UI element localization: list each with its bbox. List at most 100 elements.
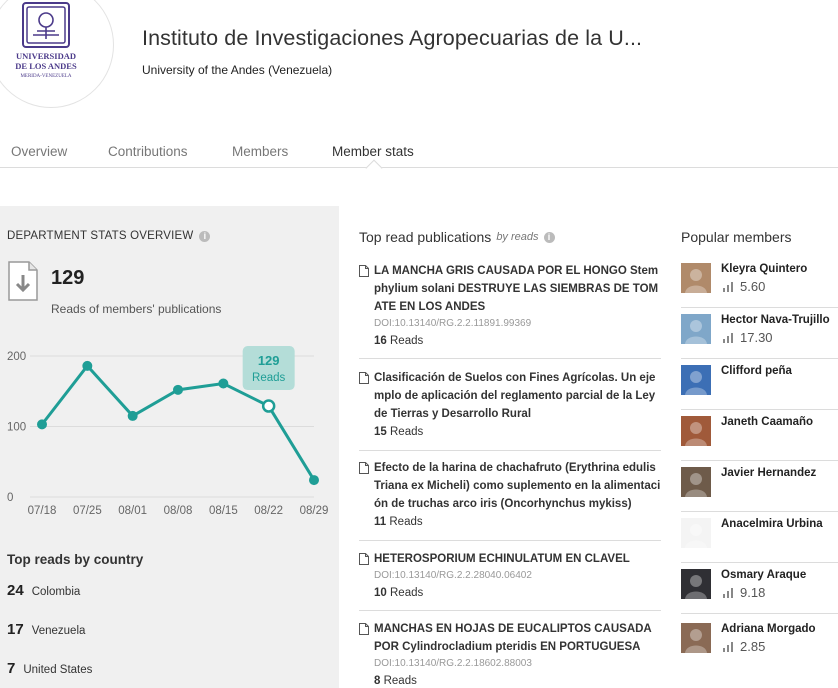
country-row: 7 United States bbox=[7, 660, 92, 677]
member-score-value: 2.85 bbox=[740, 639, 766, 654]
stats-section-title-text: DEPARTMENT STATS OVERVIEW bbox=[7, 230, 194, 242]
data-point[interactable] bbox=[127, 410, 138, 421]
department-stats-panel: DEPARTMENT STATS OVERVIEW i 129 Reads of… bbox=[0, 206, 339, 688]
chart-tooltip: 129 Reads bbox=[242, 346, 295, 391]
info-icon[interactable]: i bbox=[543, 231, 555, 243]
member-avatar[interactable] bbox=[681, 467, 711, 497]
publication-reads: 15 Reads bbox=[374, 423, 661, 441]
member-item[interactable]: Kleyra Quintero 5.60 bbox=[681, 257, 838, 308]
country-name: Colombia bbox=[31, 586, 81, 598]
document-icon bbox=[359, 462, 369, 474]
member-item[interactable]: Janeth Caamaño bbox=[681, 410, 838, 461]
member-name[interactable]: Adriana Morgado bbox=[721, 623, 816, 635]
publication-title[interactable]: Clasificación de Suelos con Fines Agríco… bbox=[374, 369, 661, 423]
tab-bar: Overview Contributions Members Member st… bbox=[0, 138, 838, 168]
tab-members[interactable]: Members bbox=[232, 144, 288, 159]
publication-item: Clasificación de Suelos con Fines Agríco… bbox=[359, 369, 661, 451]
member-name[interactable]: Anacelmira Urbina bbox=[721, 518, 823, 530]
info-icon[interactable]: i bbox=[199, 230, 211, 242]
publication-reads-count: 8 bbox=[374, 675, 381, 687]
member-avatar[interactable] bbox=[681, 416, 711, 446]
member-avatar[interactable] bbox=[681, 314, 711, 344]
publication-title[interactable]: Efecto de la harina de chachafruto (Eryt… bbox=[374, 459, 661, 513]
member-name[interactable]: Osmary Araque bbox=[721, 569, 806, 581]
member-item[interactable]: Clifford peña bbox=[681, 359, 838, 410]
member-name[interactable]: Kleyra Quintero bbox=[721, 263, 807, 275]
publication-reads-count: 15 bbox=[374, 426, 387, 438]
publications-title: Top read publications bbox=[359, 229, 492, 245]
svg-text:UNIVERSIDAD: UNIVERSIDAD bbox=[16, 51, 76, 61]
popular-members-title: Popular members bbox=[681, 229, 792, 245]
member-item[interactable]: Anacelmira Urbina bbox=[681, 512, 838, 563]
country-name: Venezuela bbox=[31, 625, 86, 637]
publication-title[interactable]: HETEROSPORIUM ECHINULATUM EN CLAVEL bbox=[374, 550, 661, 568]
member-score-value: 5.60 bbox=[740, 279, 766, 294]
document-icon bbox=[359, 623, 369, 635]
country-count: 7 bbox=[7, 660, 16, 677]
member-name[interactable]: Clifford peña bbox=[721, 365, 792, 377]
data-point[interactable] bbox=[309, 475, 319, 486]
publication-item: HETEROSPORIUM ECHINULATUM EN CLAVEL DOI:… bbox=[359, 550, 661, 611]
publication-item: Efecto de la harina de chachafruto (Eryt… bbox=[359, 459, 661, 541]
institution-title: Instituto de Investigaciones Agropecuari… bbox=[142, 26, 643, 50]
person-icon bbox=[685, 371, 707, 395]
publication-reads-label: Reads bbox=[390, 335, 424, 347]
x-tick-label: 07/18 bbox=[28, 505, 57, 517]
tooltip-value: 129 bbox=[258, 353, 280, 368]
bar-chart-icon bbox=[723, 281, 733, 292]
publication-title[interactable]: MANCHAS EN HOJAS DE EUCALIPTOS CAUSADA P… bbox=[374, 620, 661, 656]
publication-title[interactable]: LA MANCHA GRIS CAUSADA POR EL HONGO Stem… bbox=[374, 262, 661, 316]
document-download-icon bbox=[8, 261, 38, 301]
data-point[interactable] bbox=[37, 419, 47, 430]
publication-doi: DOI:10.13140/RG.2.2.18602.88003 bbox=[374, 658, 532, 669]
university-seal-icon: UNIVERSIDAD DE LOS ANDES MERIDA-VENEZUEL… bbox=[15, 2, 77, 79]
document-icon bbox=[359, 372, 369, 384]
tab-overview[interactable]: Overview bbox=[11, 144, 67, 159]
member-avatar[interactable] bbox=[681, 365, 711, 395]
publication-doi: DOI:10.13140/RG.2.2.28040.06402 bbox=[374, 570, 532, 581]
reads-label: Reads of members' publications bbox=[51, 302, 222, 316]
institution-subtitle[interactable]: University of the Andes (Venezuela) bbox=[142, 63, 332, 77]
person-icon bbox=[685, 473, 707, 497]
publication-reads-label: Reads bbox=[383, 675, 417, 687]
publication-reads-count: 11 bbox=[374, 516, 387, 528]
member-avatar[interactable] bbox=[681, 263, 711, 293]
member-name[interactable]: Hector Nava-Trujillo bbox=[721, 314, 830, 326]
publication-reads-label: Reads bbox=[389, 516, 423, 528]
member-score-value: 17.30 bbox=[740, 330, 773, 345]
member-item[interactable]: Hector Nava-Trujillo 17.30 bbox=[681, 308, 838, 359]
y-tick-label: 100 bbox=[7, 422, 26, 434]
member-name[interactable]: Janeth Caamaño bbox=[721, 416, 813, 428]
member-name[interactable]: Javier Hernandez bbox=[721, 467, 816, 479]
member-item[interactable]: Adriana Morgado 2.85 bbox=[681, 617, 838, 668]
institution-logo[interactable]: UNIVERSIDAD DE LOS ANDES MERIDA-VENEZUEL… bbox=[0, 0, 114, 108]
member-score: 9.18 bbox=[723, 585, 765, 600]
data-point[interactable] bbox=[261, 399, 276, 413]
publication-doi: DOI:10.13140/RG.2.2.11891.99369 bbox=[374, 318, 532, 329]
publication-reads: 11 Reads bbox=[374, 513, 661, 531]
publication-item: MANCHAS EN HOJAS DE EUCALIPTOS CAUSADA P… bbox=[359, 620, 661, 688]
person-icon bbox=[685, 629, 707, 653]
bar-chart-icon bbox=[723, 587, 733, 598]
data-point[interactable] bbox=[218, 378, 229, 389]
data-point[interactable] bbox=[82, 360, 93, 371]
member-item[interactable]: Osmary Araque 9.18 bbox=[681, 563, 838, 614]
publication-item: LA MANCHA GRIS CAUSADA POR EL HONGO Stem… bbox=[359, 262, 661, 359]
member-avatar[interactable] bbox=[681, 569, 711, 599]
publications-by-label: by reads bbox=[496, 231, 539, 243]
tab-contributions[interactable]: Contributions bbox=[108, 144, 188, 159]
svg-text:DE LOS ANDES: DE LOS ANDES bbox=[15, 61, 77, 71]
document-icon bbox=[359, 265, 369, 277]
member-item[interactable]: Javier Hernandez bbox=[681, 461, 838, 512]
publication-reads-count: 16 bbox=[374, 335, 387, 347]
tooltip-label: Reads bbox=[252, 372, 285, 384]
document-icon bbox=[359, 553, 369, 565]
member-score: 2.85 bbox=[723, 639, 765, 654]
tab-member-stats[interactable]: Member stats bbox=[332, 144, 414, 159]
country-name: United States bbox=[23, 664, 93, 676]
data-point[interactable] bbox=[173, 384, 183, 395]
member-avatar[interactable] bbox=[681, 623, 711, 653]
member-score-value: 9.18 bbox=[740, 585, 766, 600]
country-row: 17 Venezuela bbox=[7, 621, 85, 638]
member-avatar[interactable] bbox=[681, 518, 711, 548]
